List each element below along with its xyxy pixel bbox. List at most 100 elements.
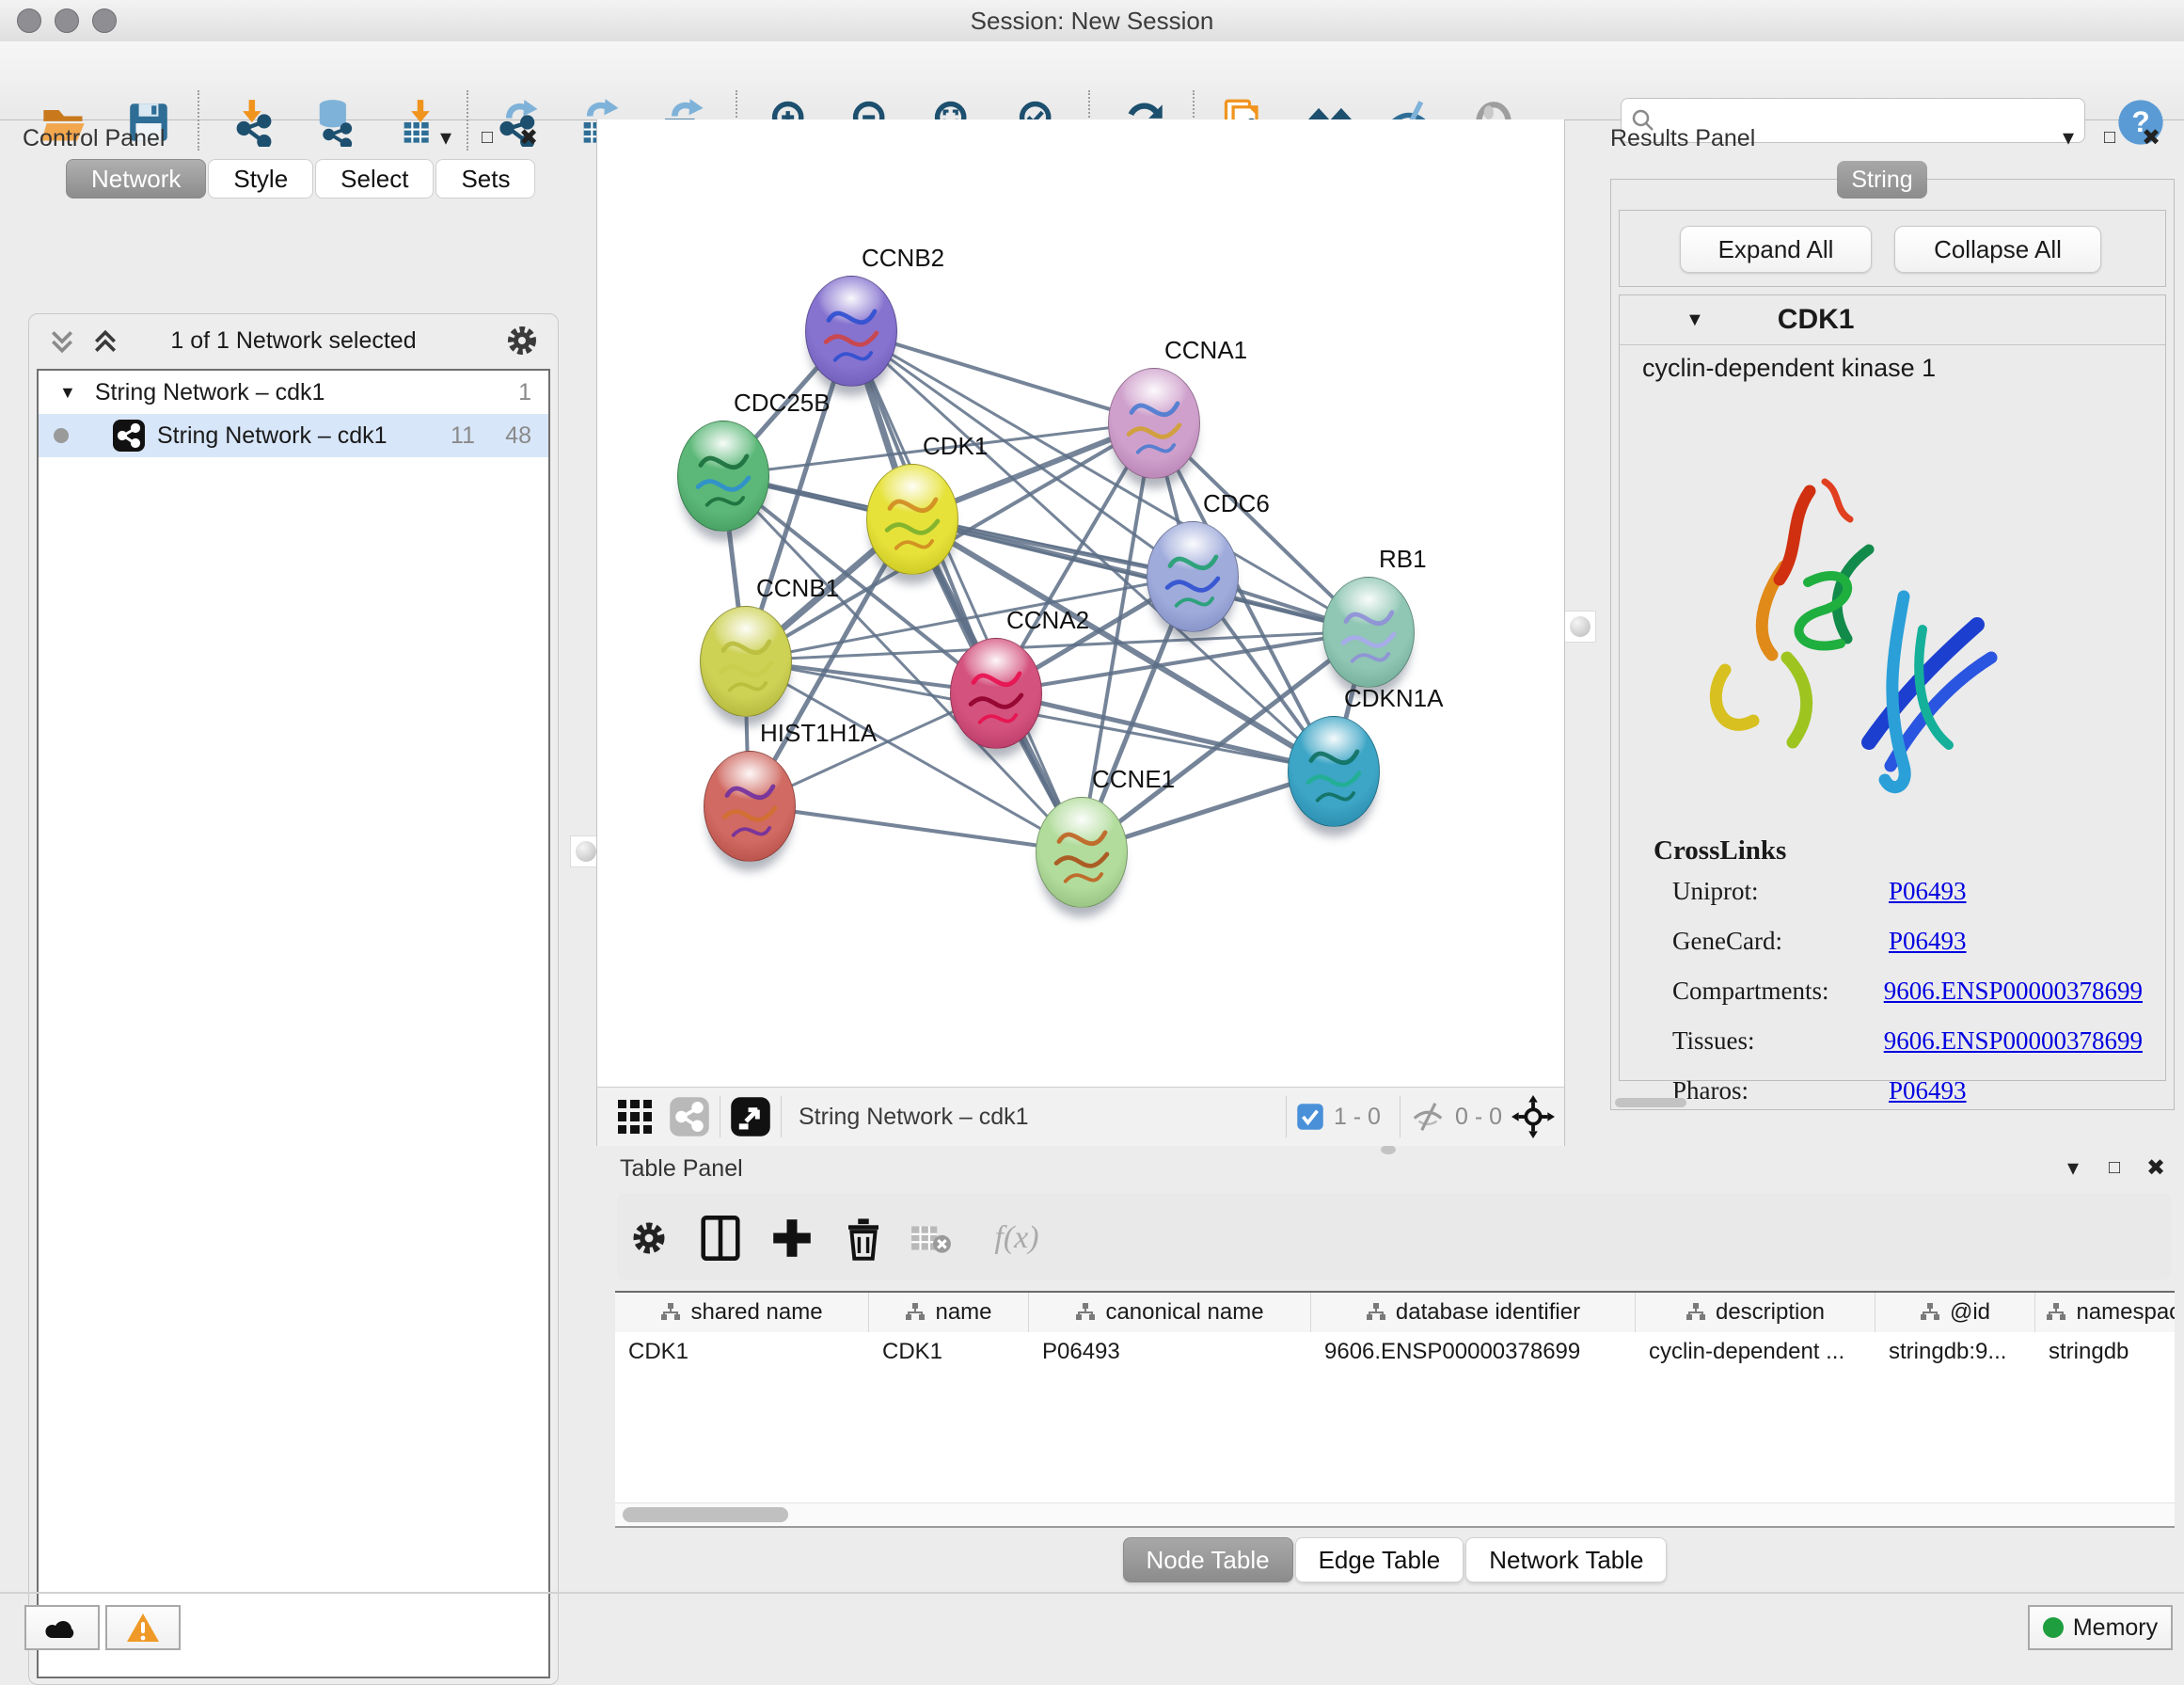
crosslink-link[interactable]: P06493 [1889, 927, 1967, 956]
memory-button[interactable]: Memory [2028, 1605, 2173, 1650]
column-header-shared-name[interactable]: shared name [615, 1293, 869, 1332]
tab-network[interactable]: Network [66, 159, 206, 199]
column-header-namespace[interactable]: namespace [2035, 1293, 2175, 1332]
status-bar: Memory [0, 1592, 2184, 1652]
network-view-toolbar: String Network – cdk1 1 - 0 0 - 0 [596, 1087, 1565, 1146]
node-CCNA1[interactable] [1108, 368, 1200, 479]
edge-CCNB2-CCNE1[interactable] [850, 330, 1081, 851]
close-window-button[interactable] [17, 8, 41, 33]
grid-view-icon[interactable] [614, 1096, 656, 1137]
node-CDK1[interactable] [866, 464, 958, 575]
cloud-button[interactable] [24, 1605, 100, 1650]
node-structure-icon [951, 639, 1041, 748]
control-panel-close-icon[interactable]: ✖ [514, 123, 543, 151]
network-collection-row[interactable]: ▼ String Network – cdk1 1 [39, 371, 548, 414]
column-header-description[interactable]: description [1636, 1293, 1875, 1332]
table-cell[interactable]: CDK1 [869, 1332, 1029, 1372]
node-structure-icon [1147, 522, 1238, 631]
edge-HIST1H1A-CCNE1[interactable] [749, 805, 1081, 851]
column-header-name[interactable]: name [869, 1293, 1029, 1332]
node-RB1[interactable] [1322, 577, 1415, 688]
column-header-database-identifier[interactable]: database identifier [1311, 1293, 1636, 1332]
column-header-canonical-name[interactable]: canonical name [1029, 1293, 1311, 1332]
tab-network-table[interactable]: Network Table [1465, 1537, 1667, 1582]
column-header-@id[interactable]: @id [1875, 1293, 2035, 1332]
tab-node-table[interactable]: Node Table [1123, 1537, 1293, 1582]
right-splitter-handle[interactable] [1564, 611, 1596, 643]
crosslink-link[interactable]: 9606.ENSP00000378699 [1884, 1026, 2143, 1056]
node-CCNA2[interactable] [950, 638, 1042, 749]
node-HIST1H1A[interactable] [704, 751, 796, 862]
hidden-count-label: 0 - 0 [1455, 1104, 1502, 1131]
create-column-button[interactable] [766, 1212, 818, 1264]
node-label-CCNE1: CCNE1 [1092, 765, 1175, 794]
table-panel-close-icon[interactable]: ✖ [2142, 1153, 2170, 1182]
tab-select[interactable]: Select [315, 159, 434, 199]
tab-string[interactable]: String [1837, 161, 1927, 199]
table-cell[interactable]: stringdb:9... [1875, 1332, 2035, 1372]
table-panel-menu-icon[interactable]: ▾ [2059, 1153, 2087, 1182]
crosslink-link[interactable]: P06493 [1889, 877, 1967, 906]
crosslinks-list: Uniprot:P06493GeneCard:P06493Compartment… [1672, 877, 2143, 1126]
network-panel-box: 1 of 1 Network selected ▼ String Network… [28, 313, 559, 1685]
crosslink-row: Pharos:P06493 [1672, 1076, 2143, 1105]
results-hscrollbar-thumb[interactable] [1615, 1098, 1686, 1107]
table-hscrollbar-track[interactable] [615, 1502, 2175, 1526]
zoom-window-button[interactable] [92, 8, 117, 33]
node-structure-icon [1109, 369, 1199, 478]
table-cell[interactable]: P06493 [1029, 1332, 1311, 1372]
title-bar: Session: New Session [0, 0, 2184, 42]
crosslink-row: Uniprot:P06493 [1672, 877, 2143, 906]
control-panel-menu-icon[interactable]: ▾ [432, 123, 460, 151]
node-CCNB1[interactable] [700, 606, 792, 717]
results-panel-float-icon[interactable]: □ [2096, 123, 2124, 151]
results-panel-close-icon[interactable]: ✖ [2137, 123, 2165, 151]
crosslinks-heading: CrossLinks [1654, 835, 1786, 866]
share-view-icon[interactable] [669, 1096, 710, 1137]
table-cell[interactable]: 9606.ENSP00000378699 [1311, 1332, 1636, 1372]
column-header-label: name [935, 1299, 991, 1326]
node-CDKN1A[interactable] [1288, 716, 1380, 827]
gene-expander-icon[interactable]: ▼ [1685, 310, 1704, 331]
node-CDC25B[interactable] [677, 421, 769, 532]
table-settings-button[interactable] [623, 1212, 675, 1264]
pan-crosshair-icon[interactable] [1511, 1095, 1555, 1138]
table-cell[interactable]: stringdb [2035, 1332, 2175, 1372]
control-panel-float-icon[interactable]: □ [473, 123, 501, 151]
selected-checkbox-icon[interactable] [1296, 1103, 1324, 1131]
table-cell[interactable]: cyclin-dependent ... [1636, 1332, 1875, 1372]
table-hscrollbar-thumb[interactable] [623, 1507, 788, 1522]
node-label-CDK1: CDK1 [923, 432, 988, 461]
birds-eye-view-icon[interactable] [730, 1096, 771, 1137]
tab-sets[interactable]: Sets [435, 159, 535, 199]
delete-column-button[interactable] [837, 1212, 890, 1264]
expand-all-button[interactable]: Expand All [1680, 226, 1872, 273]
node-CDC6[interactable] [1147, 521, 1239, 632]
tree-expander-icon[interactable]: ▼ [59, 383, 76, 403]
edge-CCNA2-CDKN1A[interactable] [995, 692, 1333, 771]
tab-style[interactable]: Style [208, 159, 313, 199]
node-CCNB2[interactable] [805, 276, 897, 387]
collapse-all-button[interactable]: Collapse All [1894, 226, 2101, 273]
node-structure-icon [1323, 578, 1414, 687]
crosslink-link[interactable]: 9606.ENSP00000378699 [1884, 977, 2143, 1006]
memory-status-icon [2043, 1617, 2064, 1638]
crosslink-link[interactable]: P06493 [1889, 1076, 1967, 1105]
node-CCNE1[interactable] [1036, 797, 1128, 908]
network-row[interactable]: String Network – cdk1 11 48 [39, 414, 548, 457]
warning-button[interactable] [105, 1605, 181, 1650]
gear-icon[interactable] [503, 322, 541, 359]
show-columns-button[interactable] [694, 1212, 747, 1264]
table-row[interactable]: CDK1CDK1P064939606.ENSP00000378699cyclin… [615, 1332, 2175, 1372]
network-canvas[interactable]: CCNB2CCNA1CDC25BCDK1CDC6RB1CCNB1CCNA2CDK… [596, 119, 1565, 1087]
table-panel-float-icon[interactable]: □ [2100, 1153, 2129, 1182]
minimize-window-button[interactable] [55, 8, 79, 33]
gene-card-header[interactable]: ▼ CDK1 [1620, 295, 2165, 345]
window-title: Session: New Session [0, 0, 2184, 41]
table-cell[interactable]: CDK1 [615, 1332, 869, 1372]
tab-edge-table[interactable]: Edge Table [1295, 1537, 1464, 1582]
crosslink-row: Tissues:9606.ENSP00000378699 [1672, 1026, 2143, 1056]
crosslink-label: Uniprot: [1672, 877, 1889, 906]
control-panel: Control Panel ▾ □ ✖ NetworkStyleSelectSe… [9, 119, 558, 1569]
results-panel-menu-icon[interactable]: ▾ [2054, 123, 2082, 151]
